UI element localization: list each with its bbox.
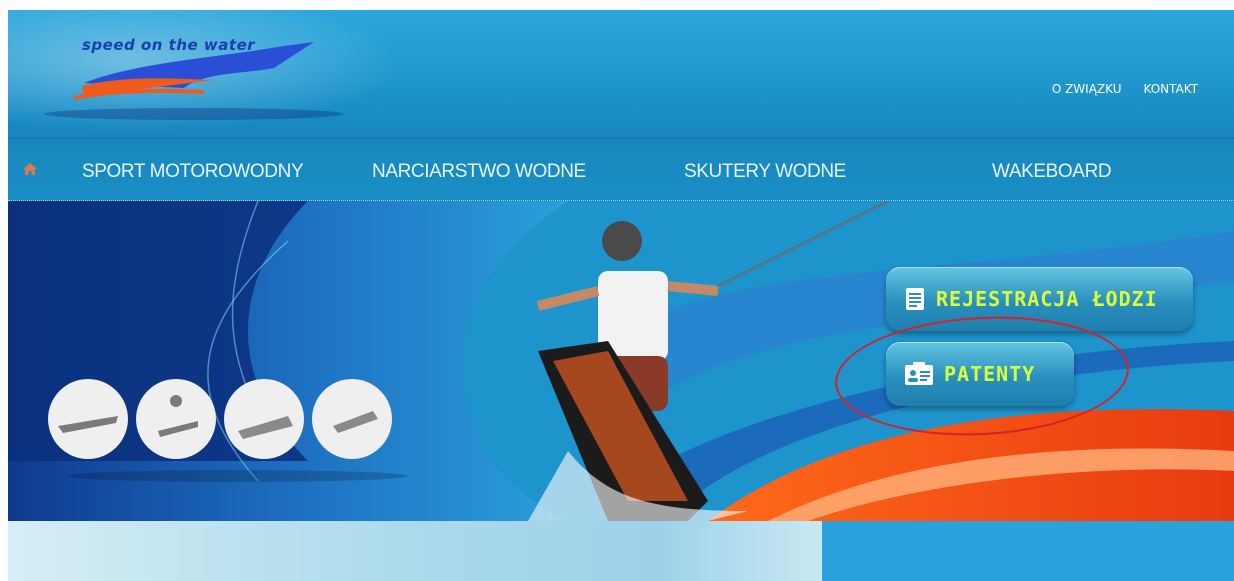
nav-item-water-ski[interactable]: NARCIARSTWO WODNE	[372, 161, 586, 183]
site-header: speed on the water O ZWIĄZKU KONTAKT	[8, 10, 1234, 137]
content-left-panel	[8, 521, 822, 581]
document-icon	[906, 288, 924, 310]
logo-text: speed on the water	[82, 36, 256, 54]
water-ski-icon[interactable]	[136, 379, 216, 459]
jet-ski-icon[interactable]	[224, 379, 304, 459]
top-links: O ZWIĄZKU KONTAKT	[1052, 82, 1198, 96]
content-strip	[8, 521, 1234, 581]
page-frame: speed on the water O ZWIĄZKU KONTAKT SPO…	[8, 10, 1234, 581]
content-right-panel	[822, 521, 1234, 581]
nav-item-motorboat[interactable]: SPORT MOTOROWODNY	[82, 161, 304, 183]
about-link[interactable]: O ZWIĄZKU	[1052, 82, 1122, 96]
boat-registration-label: REJESTRACJA ŁODZI	[936, 287, 1158, 311]
contact-link[interactable]: KONTAKT	[1143, 82, 1198, 96]
main-nav: SPORT MOTOROWODNY NARCIARSTWO WODNE SKUT…	[8, 137, 1234, 201]
site-logo[interactable]: speed on the water	[44, 28, 364, 128]
home-icon[interactable]	[22, 161, 38, 177]
nav-item-jet-ski[interactable]: SKUTERY WODNE	[684, 161, 846, 183]
sport-icons	[48, 379, 408, 482]
nav-item-wakeboard[interactable]: WAKEBOARD	[992, 161, 1112, 183]
